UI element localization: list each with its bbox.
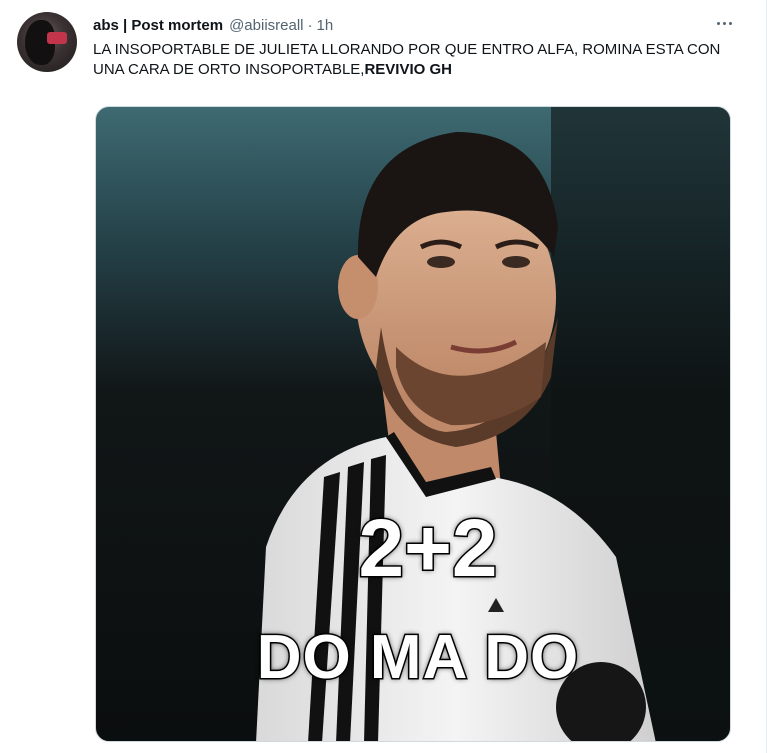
tweet-text: LA INSOPORTABLE DE JULIETA LLORANDO POR … — [93, 40, 733, 80]
tweet-media-image[interactable]: 2+2 DO MA DO — [95, 106, 731, 742]
separator-dot: · — [307, 16, 313, 34]
user-handle[interactable]: @abiisreall — [229, 17, 303, 34]
tweet-text-bold: REVIVIO GH — [364, 61, 452, 78]
tweet-header: abs | Post mortem @abiisreall · 1h — [93, 14, 736, 36]
timestamp[interactable]: 1h — [317, 17, 334, 34]
meme-caption-top: 2+2 — [357, 502, 499, 596]
meme-caption-bottom: DO MA DO — [255, 622, 580, 694]
display-name[interactable]: abs | Post mortem — [93, 17, 223, 34]
tweet-card: abs | Post mortem @abiisreall · 1h LA IN… — [0, 0, 767, 753]
avatar[interactable] — [17, 12, 77, 72]
more-horizontal-icon[interactable] — [712, 12, 736, 34]
